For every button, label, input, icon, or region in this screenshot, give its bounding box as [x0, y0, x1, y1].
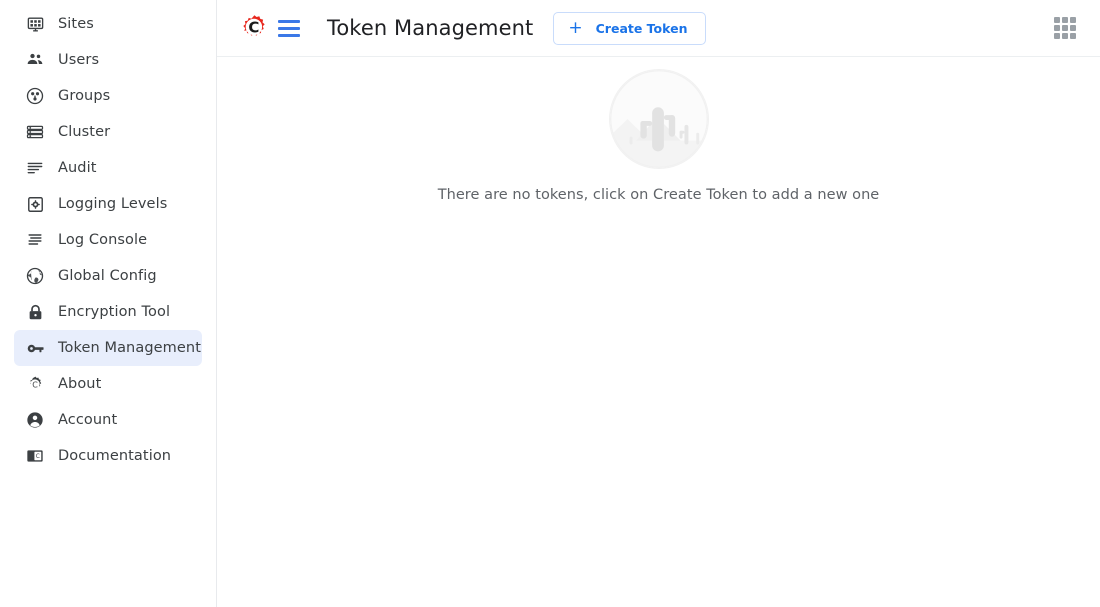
svg-text:C: C	[36, 454, 40, 460]
sidebar-item-encryption-tool[interactable]: Encryption Tool	[14, 294, 202, 330]
hamburger-bar	[278, 19, 300, 23]
sidebar-item-about[interactable]: C About	[14, 366, 202, 402]
sidebar-item-cluster[interactable]: Cluster	[14, 114, 202, 150]
empty-state: There are no tokens, click on Create Tok…	[217, 69, 1100, 203]
hamburger-bar	[278, 26, 300, 30]
token-management-icon	[24, 337, 46, 359]
users-icon	[24, 49, 46, 71]
documentation-icon: C	[24, 445, 46, 467]
sidebar-item-documentation[interactable]: C Documentation	[14, 438, 202, 474]
sidebar-item-token-management[interactable]: Token Management	[14, 330, 202, 366]
sidebar-item-log-console[interactable]: Log Console	[14, 222, 202, 258]
sidebar-item-label: Global Config	[58, 267, 157, 284]
audit-icon	[24, 157, 46, 179]
sidebar-item-label: Encryption Tool	[58, 303, 171, 320]
hamburger-bar	[278, 33, 300, 37]
sidebar-item-global-config[interactable]: Global Config	[14, 258, 202, 294]
app-root: Sites Users Groups Cluster Audit Logging…	[0, 0, 1100, 607]
create-token-button[interactable]: + Create Token	[553, 11, 706, 45]
content-area: There are no tokens, click on Create Tok…	[217, 57, 1100, 607]
apps-grid-dot	[1062, 17, 1068, 23]
gear-c-logo-icon: C	[240, 13, 268, 43]
sidebar-item-logging-levels[interactable]: Logging Levels	[14, 186, 202, 222]
top-bar: C Token Management + Create Token	[217, 0, 1100, 57]
page-title: Token Management	[327, 16, 534, 40]
sidebar-item-label: Users	[58, 51, 100, 68]
sidebar-item-label: Documentation	[58, 447, 172, 464]
apps-grid-dot	[1070, 33, 1076, 39]
apps-grid-dot	[1070, 25, 1076, 31]
sidebar-item-label: Sites	[58, 15, 94, 32]
empty-state-message: There are no tokens, click on Create Tok…	[437, 187, 880, 203]
apps-grid-dot	[1054, 25, 1060, 31]
sidebar-item-label: Cluster	[58, 123, 111, 140]
sidebar-item-label: About	[58, 375, 102, 392]
main-region: C Token Management + Create Token There …	[217, 0, 1100, 607]
plus-icon: +	[568, 17, 583, 38]
sidebar-item-groups[interactable]: Groups	[14, 78, 202, 114]
logging-levels-icon	[24, 193, 46, 215]
account-icon	[24, 409, 46, 431]
groups-icon	[24, 85, 46, 107]
create-token-button-label: Create Token	[595, 20, 688, 36]
about-icon: C	[24, 373, 46, 395]
sidebar-item-label: Account	[58, 411, 118, 428]
encryption-tool-icon	[24, 301, 46, 323]
sidebar-item-audit[interactable]: Audit	[14, 150, 202, 186]
apps-grid-dot	[1062, 25, 1068, 31]
global-config-icon	[24, 265, 46, 287]
apps-grid-dot	[1054, 33, 1060, 39]
log-console-icon	[24, 229, 46, 251]
sidebar-item-label: Logging Levels	[58, 195, 168, 212]
sidebar-item-account[interactable]: Account	[14, 402, 202, 438]
sidebar-item-label: Audit	[58, 159, 97, 176]
empty-desert-cactus-illustration	[608, 69, 709, 169]
sidebar: Sites Users Groups Cluster Audit Logging…	[0, 0, 217, 607]
sidebar-item-label: Groups	[58, 87, 111, 104]
svg-text:C: C	[248, 18, 259, 36]
sidebar-item-users[interactable]: Users	[14, 42, 202, 78]
sidebar-item-label: Log Console	[58, 231, 148, 248]
apps-grid-dot	[1062, 33, 1068, 39]
apps-grid-dot	[1054, 17, 1060, 23]
cluster-icon	[24, 121, 46, 143]
sites-icon	[24, 13, 46, 35]
apps-grid-dot	[1070, 17, 1076, 23]
apps-grid-icon[interactable]	[1054, 17, 1076, 39]
sidebar-item-label: Token Management	[58, 339, 201, 356]
svg-text:C: C	[32, 380, 38, 389]
sidebar-item-sites[interactable]: Sites	[14, 6, 202, 42]
hamburger-menu-icon[interactable]	[278, 17, 300, 39]
